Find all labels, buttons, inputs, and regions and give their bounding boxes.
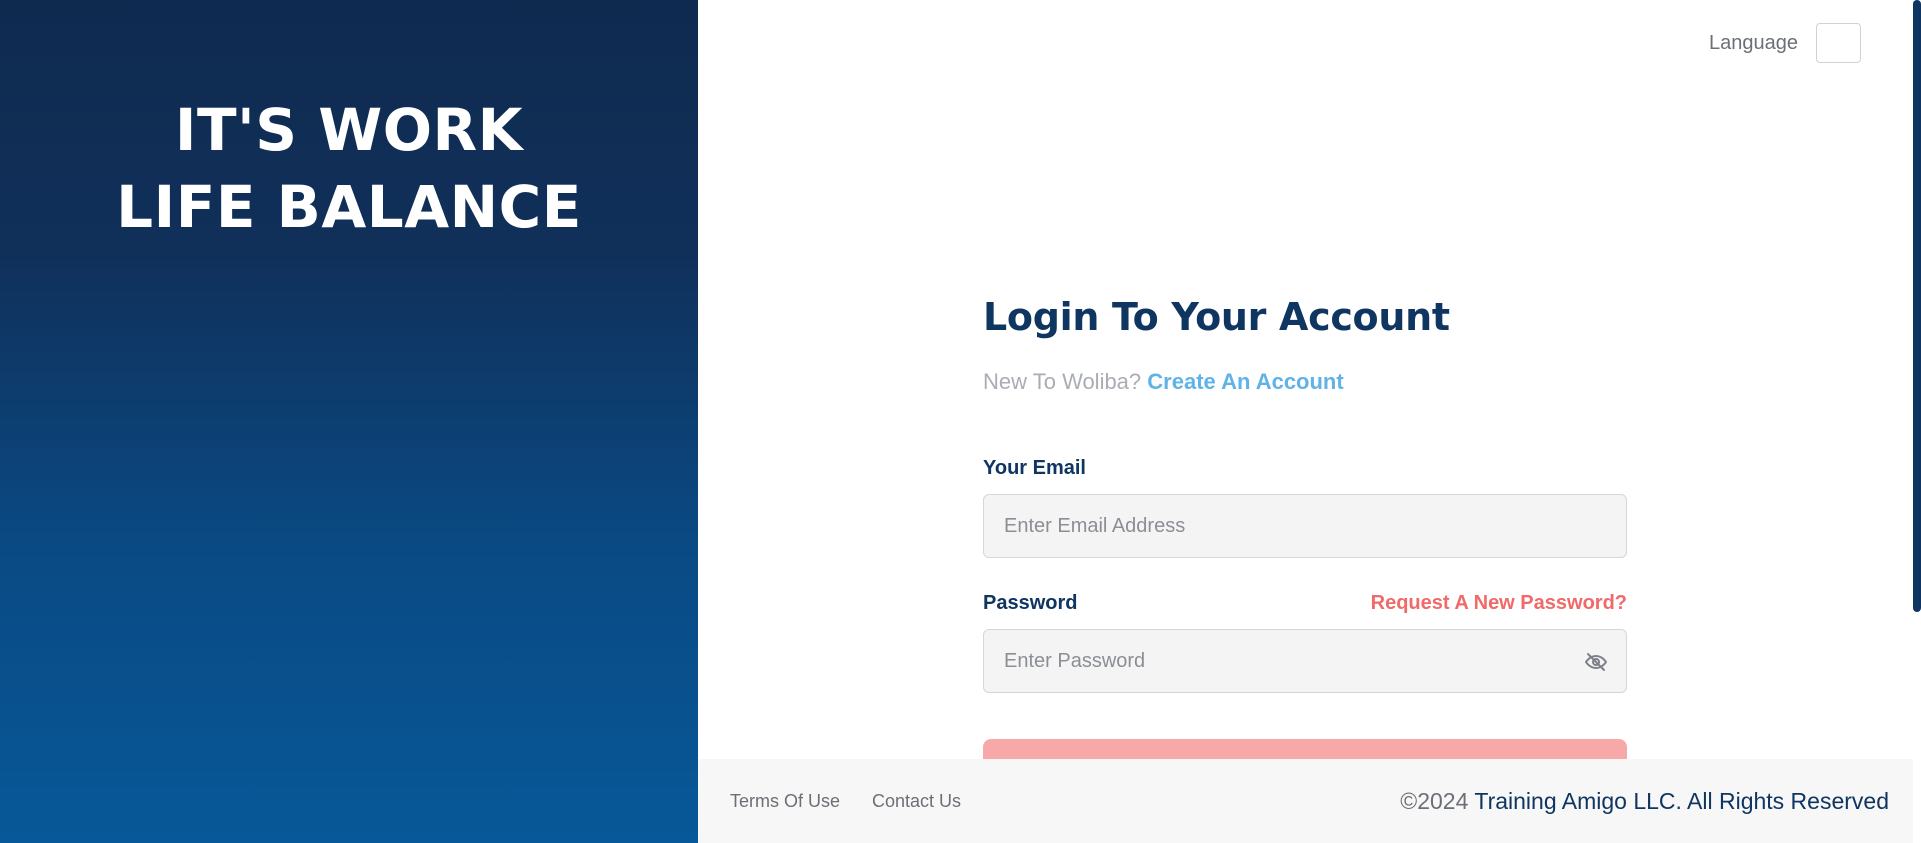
password-label: Password — [983, 592, 1078, 614]
copyright: ©2024 Training Amigo LLC. All Rights Res… — [1400, 788, 1889, 815]
eye-slash-icon[interactable] — [1584, 650, 1608, 674]
create-account-link[interactable]: Create An Account — [1147, 369, 1343, 394]
contact-us-link[interactable]: Contact Us — [872, 791, 961, 812]
password-label-row: Password Request A New Password? — [983, 592, 1627, 615]
language-label: Language — [1709, 31, 1798, 54]
login-button[interactable] — [983, 739, 1627, 759]
password-field-wrapper — [983, 629, 1627, 693]
page-title: Login To Your Account — [983, 295, 1450, 339]
language-dropdown[interactable] — [1816, 23, 1861, 63]
hero-title-line-1: IT'S WORK — [174, 96, 524, 164]
email-field[interactable] — [1004, 514, 1606, 538]
hero-title: IT'S WORK LIFE BALANCE — [0, 92, 698, 246]
forgot-password-link[interactable]: Request A New Password? — [1371, 592, 1627, 615]
scrollbar[interactable] — [1913, 0, 1921, 843]
password-field[interactable] — [1004, 649, 1606, 673]
login-form: Login To Your Account New To Woliba? Cre… — [983, 295, 1627, 759]
hero-panel: IT'S WORK LIFE BALANCE — [0, 0, 698, 843]
email-field-wrapper — [983, 494, 1627, 558]
footer: Terms Of Use Contact Us ©2024 Training A… — [698, 759, 1921, 843]
footer-links: Terms Of Use Contact Us — [730, 791, 961, 812]
copyright-year: ©2024 — [1400, 787, 1469, 814]
login-panel: Language Login To Your Account New To Wo… — [698, 0, 1921, 843]
terms-of-use-link[interactable]: Terms Of Use — [730, 791, 840, 812]
login-page: IT'S WORK LIFE BALANCE Language Login To… — [0, 0, 1921, 843]
signup-prompt-text: New To Woliba? — [983, 369, 1142, 394]
signup-prompt: New To Woliba? Create An Account — [983, 369, 1627, 395]
email-label: Your Email — [983, 457, 1086, 479]
scrollbar-thumb[interactable] — [1913, 0, 1921, 612]
copyright-text: Training Amigo LLC. All Rights Reserved — [1474, 787, 1889, 814]
hero-title-line-2: LIFE BALANCE — [116, 173, 582, 241]
language-selector: Language — [1709, 23, 1861, 63]
